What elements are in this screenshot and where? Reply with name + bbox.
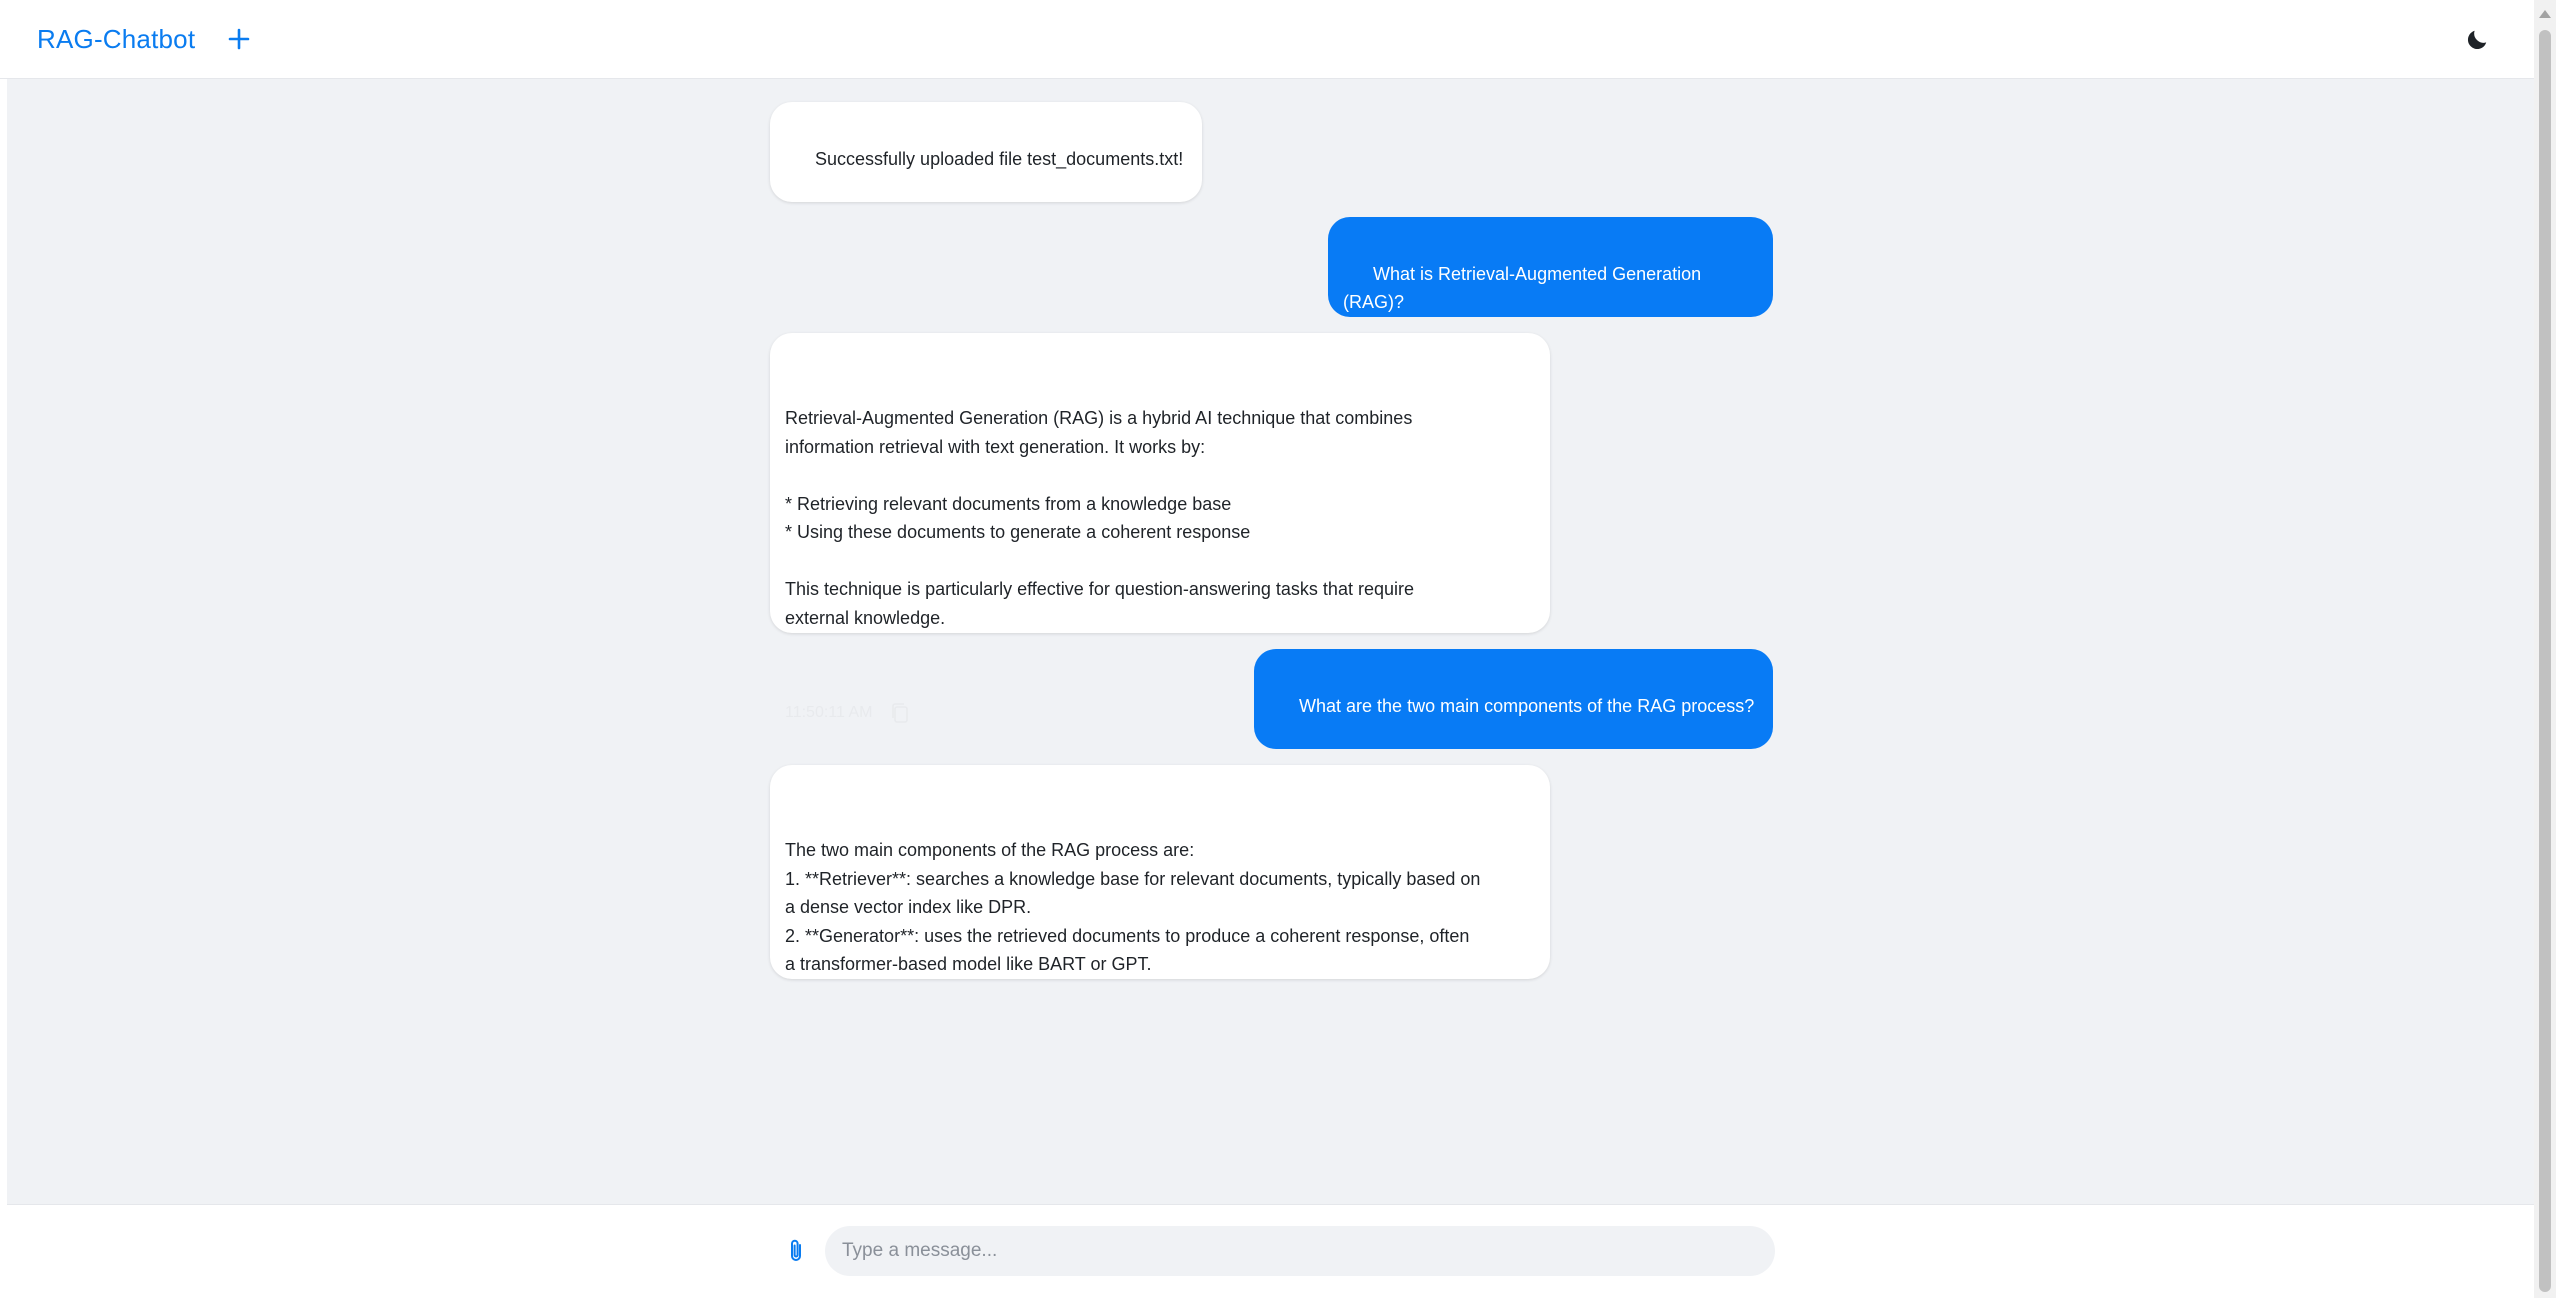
input-bar (7, 1204, 2534, 1298)
message-text: The two main components of the RAG proce… (785, 840, 1481, 974)
message-text: Successfully uploaded file test_document… (815, 148, 1184, 169)
scroll-up-arrow[interactable] (2539, 10, 2551, 18)
scrollbar[interactable] (2534, 0, 2556, 1298)
header: RAG-Chatbot (0, 0, 2541, 79)
bot-message: The two main components of the RAG proce… (770, 765, 1550, 979)
plus-icon (228, 28, 250, 50)
user-message: What are the two main components of the … (1254, 649, 1773, 749)
paperclip-icon (791, 1239, 801, 1261)
message-timestamp: 11:50:11 AM (785, 704, 873, 721)
moon-icon (2467, 30, 2487, 50)
bot-message: Retrieval-Augmented Generation (RAG) is … (770, 333, 1550, 724)
message-text: Retrieval-Augmented Generation (RAG) is … (785, 408, 1414, 628)
copy-icon[interactable] (890, 702, 910, 724)
message-text: What is Retrieval-Augmented Generation (… (1343, 263, 1707, 313)
new-chat-button[interactable] (219, 19, 259, 59)
attach-file-button[interactable] (779, 1233, 813, 1269)
message-input[interactable] (825, 1226, 1775, 1276)
message-text: What are the two main components of the … (1299, 695, 1755, 716)
scrollbar-thumb[interactable] (2539, 30, 2551, 1292)
app: RAG-Chatbot Successfully uploaded file t… (0, 0, 2556, 1298)
user-message: What is Retrieval-Augmented Generation (… (1328, 217, 1773, 317)
chat-area[interactable]: Successfully uploaded file test_document… (7, 79, 2534, 1204)
bot-message: Successfully uploaded file test_document… (770, 102, 1202, 202)
brand-title: RAG-Chatbot (37, 23, 196, 54)
theme-toggle-button[interactable] (2459, 22, 2495, 58)
